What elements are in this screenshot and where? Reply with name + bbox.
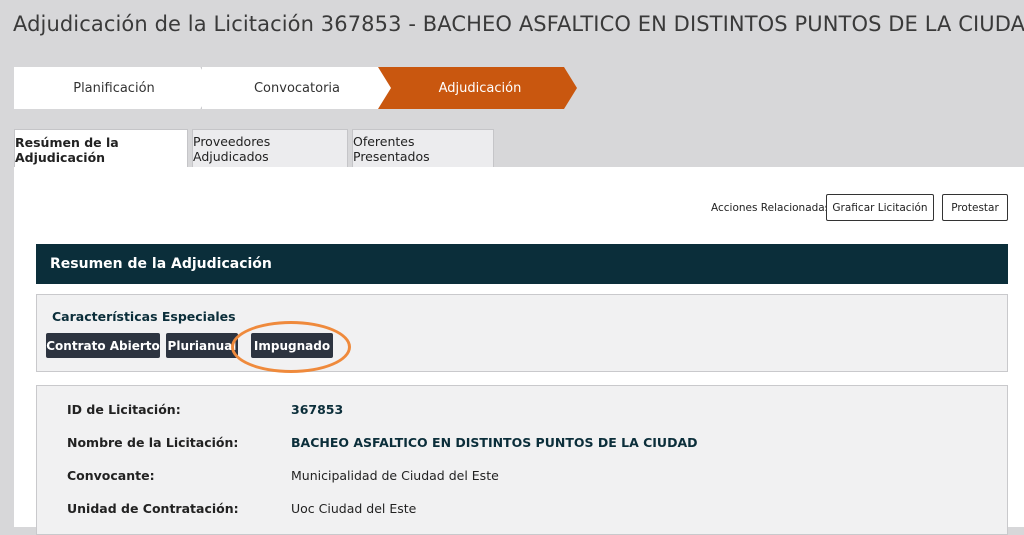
tender-info-box: ID de Licitación: 367853 Nombre de la Li…	[36, 385, 1008, 535]
tab-oferentes-presentados[interactable]: Oferentes Presentados	[352, 129, 494, 168]
badge-contrato-abierto: Contrato Abierto	[46, 333, 160, 358]
badge-impugnado: Impugnado	[251, 333, 333, 358]
info-value: Uoc Ciudad del Este	[291, 501, 417, 516]
tab-proveedores-adjudicados[interactable]: Proveedores Adjudicados	[192, 129, 348, 168]
info-value: BACHEO ASFALTICO EN DISTINTOS PUNTOS DE …	[291, 435, 698, 450]
step-label: Convocatoria	[253, 80, 340, 96]
tab-resumen-adjudicacion[interactable]: Resúmen de la Adjudicación	[14, 129, 188, 169]
step-convocatoria[interactable]: Convocatoria	[202, 67, 392, 109]
process-steps: Planificación Convocatoria Adjudicación	[14, 67, 577, 109]
step-planificacion[interactable]: Planificación	[14, 67, 214, 109]
step-label: Adjudicación	[438, 80, 522, 96]
page-title: Adjudicación de la Licitación 367853 - B…	[13, 12, 1024, 36]
step-label: Planificación	[73, 80, 155, 96]
content-panel: Acciones Relacionadas: Graficar Licitaci…	[14, 167, 1024, 535]
step-adjudicacion[interactable]: Adjudicación	[378, 67, 577, 109]
info-label: Nombre de la Licitación:	[67, 435, 239, 450]
special-features-box: Características Especiales Contrato Abie…	[36, 294, 1008, 373]
info-value: 367853	[291, 402, 344, 417]
info-label: Unidad de Contratación:	[67, 501, 239, 516]
protestar-button[interactable]: Protestar	[942, 194, 1008, 221]
info-label: Convocante:	[67, 468, 155, 483]
graficar-licitacion-button[interactable]: Graficar Licitación	[826, 194, 934, 221]
section-header: Resumen de la Adjudicación	[36, 244, 1008, 284]
info-label: ID de Licitación:	[67, 402, 181, 417]
related-actions-label: Acciones Relacionadas:	[711, 202, 834, 214]
special-features-title: Características Especiales	[52, 309, 236, 324]
info-value: Municipalidad de Ciudad del Este	[291, 468, 499, 483]
badge-plurianual: Plurianual	[166, 333, 238, 358]
